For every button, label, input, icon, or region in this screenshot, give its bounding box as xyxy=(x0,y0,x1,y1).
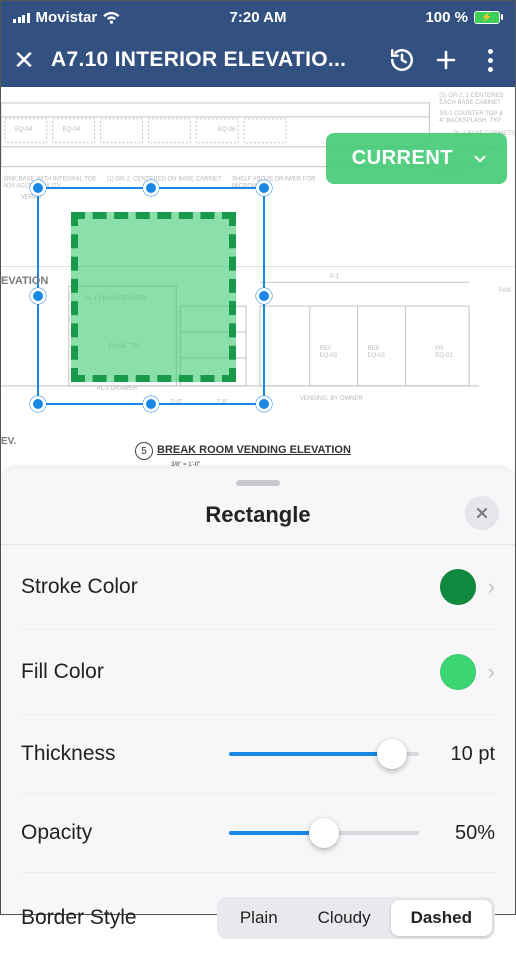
resize-handle-tm[interactable] xyxy=(143,180,159,196)
border-option-cloudy[interactable]: Cloudy xyxy=(298,900,391,936)
resize-handle-mr[interactable] xyxy=(256,288,272,304)
resize-handle-ml[interactable] xyxy=(30,288,46,304)
svg-text:4" BACKSPLASH, TYP: 4" BACKSPLASH, TYP xyxy=(439,118,501,124)
svg-text:EQ-02: EQ-02 xyxy=(435,353,453,359)
border-option-dashed[interactable]: Dashed xyxy=(391,900,492,936)
signal-icon xyxy=(13,11,30,23)
current-label: CURRENT xyxy=(352,147,453,170)
svg-text:EQ-06: EQ-06 xyxy=(218,127,236,133)
resize-handle-tl[interactable] xyxy=(30,180,46,196)
thickness-row: Thickness 10 pt xyxy=(21,715,495,794)
statusbar: Movistar 7:20 AM 100 % ⚡ xyxy=(1,1,515,33)
svg-text:EQ-03: EQ-03 xyxy=(368,353,386,359)
stroke-color-row[interactable]: Stroke Color › xyxy=(21,545,495,630)
ev-label: EV. xyxy=(1,436,16,447)
svg-text:SHELF ABOVE DRAWER FOR: SHELF ABOVE DRAWER FOR xyxy=(232,177,316,183)
fill-color-label: Fill Color xyxy=(21,660,104,684)
fill-color-swatch xyxy=(440,654,476,690)
battery-percent-label: 100 % xyxy=(425,9,468,26)
svg-text:SINK BASE WITH INTEGRAL TOE: SINK BASE WITH INTEGRAL TOE xyxy=(3,177,96,183)
border-style-label: Border Style xyxy=(21,906,137,930)
border-style-row: Border Style Plain Cloudy Dashed xyxy=(21,873,495,963)
history-icon[interactable] xyxy=(387,47,417,73)
svg-text:REF.: REF. xyxy=(368,346,381,352)
stroke-color-swatch xyxy=(440,569,476,605)
resize-handle-bl[interactable] xyxy=(30,396,46,412)
chevron-down-icon xyxy=(471,150,489,168)
carrier-label: Movistar xyxy=(36,9,98,26)
slider-thumb[interactable] xyxy=(377,739,407,769)
sheet-title: Rectangle xyxy=(205,502,310,528)
selection-box[interactable] xyxy=(37,187,265,405)
app-header: ✕ A7.10 INTERIOR ELEVATIO... xyxy=(1,33,515,87)
chevron-right-icon: › xyxy=(488,659,495,685)
border-option-plain[interactable]: Plain xyxy=(220,900,298,936)
svg-text:(1) GR-2, 1 CENTERED: (1) GR-2, 1 CENTERED xyxy=(439,93,504,99)
drawing-canvas[interactable]: EQ-04EQ-04 EQ-06 P-1 REF.EQ-03 REF.EQ-03… xyxy=(1,87,515,470)
close-sheet-button[interactable] xyxy=(465,496,499,530)
detail-number: 5 xyxy=(135,442,153,460)
properties-sheet: Rectangle Stroke Color › Fill Color › Th… xyxy=(1,468,515,914)
page-title: A7.10 INTERIOR ELEVATIO... xyxy=(51,48,373,72)
svg-text:(1) GR-2, CENTERED ON BASE CAB: (1) GR-2, CENTERED ON BASE CABINET xyxy=(107,177,222,183)
svg-text:REF.: REF. xyxy=(320,346,333,352)
svg-text:SS-1 COUNTER TOP &: SS-1 COUNTER TOP & xyxy=(439,111,503,117)
thickness-value: 10 pt xyxy=(437,743,495,766)
svg-text:EQ-04: EQ-04 xyxy=(63,127,81,133)
sheet-grabber[interactable] xyxy=(236,480,280,486)
svg-text:FR.: FR. xyxy=(435,346,445,352)
border-style-segment: Plain Cloudy Dashed xyxy=(217,897,495,939)
opacity-label: Opacity xyxy=(21,821,92,845)
add-icon[interactable] xyxy=(431,48,461,72)
svg-text:VENDING, BY OWNER: VENDING, BY OWNER xyxy=(300,396,364,402)
svg-text:PAN: PAN xyxy=(499,288,511,294)
svg-text:P-1: P-1 xyxy=(330,274,340,280)
close-icon[interactable]: ✕ xyxy=(11,47,37,73)
svg-text:EACH BASE CABINET: EACH BASE CABINET xyxy=(439,100,501,106)
clock: 7:20 AM xyxy=(230,9,287,26)
overflow-menu-icon[interactable] xyxy=(475,49,505,72)
svg-text:EQ-03: EQ-03 xyxy=(320,353,338,359)
thickness-label: Thickness xyxy=(21,742,116,766)
current-version-chip[interactable]: CURRENT xyxy=(326,133,507,184)
elevation-label: EVATION xyxy=(1,275,48,287)
svg-text:EQ-04: EQ-04 xyxy=(15,127,33,133)
resize-handle-br[interactable] xyxy=(256,396,272,412)
opacity-value: 50% xyxy=(437,822,495,845)
opacity-slider[interactable] xyxy=(229,818,419,848)
resize-handle-bm[interactable] xyxy=(143,396,159,412)
battery-icon: ⚡ xyxy=(474,11,503,24)
thickness-slider[interactable] xyxy=(229,739,419,769)
resize-handle-tr[interactable] xyxy=(256,180,272,196)
opacity-row: Opacity 50% xyxy=(21,794,495,873)
fill-color-row[interactable]: Fill Color › xyxy=(21,630,495,715)
close-icon xyxy=(474,505,490,521)
wifi-icon xyxy=(103,11,120,24)
slider-thumb[interactable] xyxy=(309,818,339,848)
stroke-color-label: Stroke Color xyxy=(21,575,138,599)
detail-title: BREAK ROOM VENDING ELEVATION xyxy=(157,444,351,456)
chevron-right-icon: › xyxy=(488,574,495,600)
